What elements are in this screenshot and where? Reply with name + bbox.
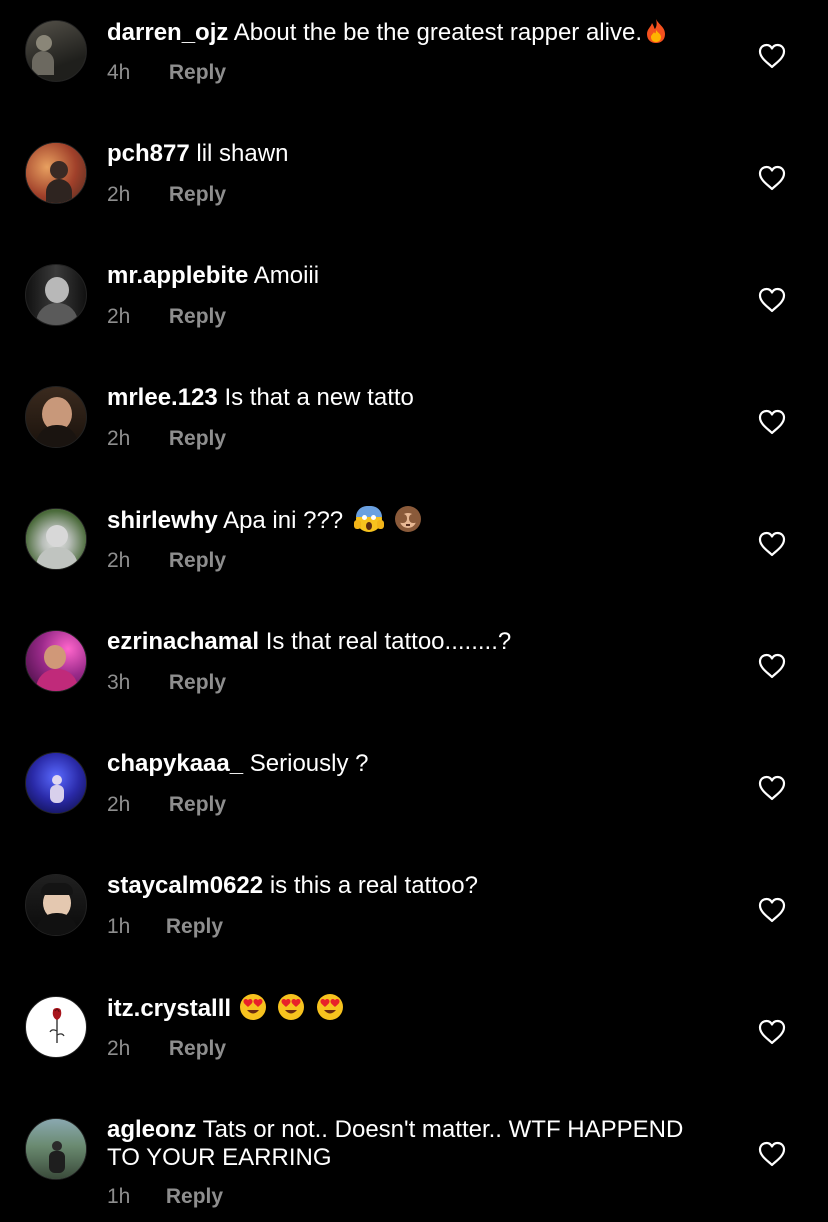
comment-line: chapykaaa_ Seriously ?	[107, 750, 722, 778]
see-no-evil-monkey-emoji	[394, 506, 421, 532]
heart-outline-icon[interactable]	[758, 287, 786, 313]
comment-meta: 2h Reply	[107, 793, 226, 817]
comment-line: mr.applebite Amoiii	[107, 262, 722, 290]
heart-outline-icon[interactable]	[758, 165, 786, 191]
avatar[interactable]	[25, 264, 87, 326]
reply-button[interactable]: Reply	[169, 183, 226, 206]
reply-button[interactable]: Reply	[166, 1185, 223, 1208]
comment-text: is this a real tattoo?	[269, 872, 478, 899]
reply-button[interactable]: Reply	[169, 427, 226, 450]
reply-button[interactable]: Reply	[169, 1037, 226, 1060]
heart-outline-icon[interactable]	[758, 1019, 786, 1045]
avatar[interactable]	[25, 142, 87, 204]
comment-time: 2h	[107, 1037, 131, 1060]
comment-item: mrlee.123 Is that a new tatto 2h Reply	[0, 366, 828, 488]
heart-outline-icon[interactable]	[758, 409, 786, 435]
comment-item: pch877 lil shawn 2h Reply	[0, 122, 828, 244]
comment-item: ezrinachamal Is that real tattoo........…	[0, 610, 828, 732]
avatar[interactable]	[25, 20, 87, 82]
comment-meta: 3h Reply	[107, 671, 226, 695]
reply-button[interactable]: Reply	[169, 305, 226, 328]
comment-meta: 1h Reply	[107, 1185, 223, 1209]
comment-time: 1h	[107, 915, 131, 938]
rose-icon	[49, 1008, 65, 1043]
comment-line: itz.crystalll	[107, 994, 722, 1023]
comment-username[interactable]: chapykaaa_	[107, 750, 243, 777]
comment-line: ezrinachamal Is that real tattoo........…	[107, 628, 722, 656]
heart-eyes-emoji	[278, 994, 305, 1020]
comment-line: mrlee.123 Is that a new tatto	[107, 384, 722, 412]
comment-line: staycalm0622 is this a real tattoo?	[107, 872, 722, 900]
comment-username[interactable]: mrlee.123	[107, 384, 218, 411]
comment-text: Is that a new tatto	[224, 384, 414, 411]
heart-outline-icon[interactable]	[758, 653, 786, 679]
comment-line: darren_ojz About the be the greatest rap…	[107, 18, 722, 47]
comment-meta: 2h Reply	[107, 305, 226, 329]
comment-meta: 1h Reply	[107, 915, 223, 939]
comment-meta: 2h Reply	[107, 1037, 226, 1061]
comment-text: lil shawn	[196, 140, 289, 167]
comment-username[interactable]: darren_ojz	[107, 19, 228, 46]
comment-item: mr.applebite Amoiii 2h Reply	[0, 244, 828, 366]
comment-meta: 4h Reply	[107, 61, 226, 85]
comment-item: agleonz Tats or not.. Doesn't matter.. W…	[0, 1098, 828, 1222]
comment-item: itz.crystalll 2h Reply	[0, 976, 828, 1098]
comment-line: pch877 lil shawn	[107, 140, 722, 168]
comment-item: darren_ojz About the be the greatest rap…	[0, 0, 828, 122]
comment-text: Seriously ?	[249, 750, 369, 777]
reply-button[interactable]: Reply	[169, 793, 226, 816]
comment-username[interactable]: shirlewhy	[107, 507, 218, 534]
reply-button[interactable]: Reply	[169, 671, 226, 694]
comment-time: 2h	[107, 793, 131, 816]
comment-time: 4h	[107, 61, 131, 84]
screaming-face-emoji	[353, 506, 384, 532]
comment-username[interactable]: itz.crystalll	[107, 995, 231, 1022]
comment-text: Is that real tattoo........?	[265, 628, 512, 655]
comment-username[interactable]: staycalm0622	[107, 872, 263, 899]
heart-outline-icon[interactable]	[758, 775, 786, 801]
comment-time: 2h	[107, 427, 131, 450]
comment-time: 3h	[107, 671, 131, 694]
comment-line: agleonz Tats or not.. Doesn't matter.. W…	[107, 1116, 722, 1172]
avatar[interactable]	[25, 752, 87, 814]
comment-username[interactable]: mr.applebite	[107, 262, 248, 289]
reply-button[interactable]: Reply	[169, 549, 226, 572]
avatar[interactable]	[25, 386, 87, 448]
heart-outline-icon[interactable]	[758, 43, 786, 69]
comment-time: 2h	[107, 183, 131, 206]
heart-eyes-emoji	[317, 994, 344, 1020]
comment-text: About the be the greatest rapper alive.	[233, 19, 642, 46]
avatar[interactable]	[25, 1118, 87, 1180]
reply-button[interactable]: Reply	[169, 61, 226, 84]
avatar[interactable]	[25, 630, 87, 692]
heart-outline-icon[interactable]	[758, 897, 786, 923]
avatar[interactable]	[25, 508, 87, 570]
comment-item: chapykaaa_ Seriously ? 2h Reply	[0, 732, 828, 854]
comment-item: staycalm0622 is this a real tattoo? 1h R…	[0, 854, 828, 976]
heart-eyes-emoji	[239, 994, 266, 1020]
comment-time: 1h	[107, 1185, 131, 1208]
comment-username[interactable]: pch877	[107, 140, 190, 167]
fire-emoji	[645, 18, 667, 44]
comment-time: 2h	[107, 305, 131, 328]
comment-text: Amoiii	[253, 262, 320, 289]
comment-username[interactable]: agleonz	[107, 1116, 196, 1143]
comment-username[interactable]: ezrinachamal	[107, 628, 259, 655]
comment-meta: 2h Reply	[107, 549, 226, 573]
avatar[interactable]	[25, 874, 87, 936]
heart-outline-icon[interactable]	[758, 531, 786, 557]
comment-meta: 2h Reply	[107, 183, 226, 207]
comment-line: shirlewhy Apa ini ???	[107, 506, 722, 535]
heart-outline-icon[interactable]	[758, 1141, 786, 1167]
comment-time: 2h	[107, 549, 131, 572]
comment-text: Apa ini ???	[223, 507, 344, 534]
comment-meta: 2h Reply	[107, 427, 226, 451]
avatar[interactable]	[25, 996, 87, 1058]
comment-item: shirlewhy Apa ini ??? 2h Reply	[0, 488, 828, 610]
reply-button[interactable]: Reply	[166, 915, 223, 938]
